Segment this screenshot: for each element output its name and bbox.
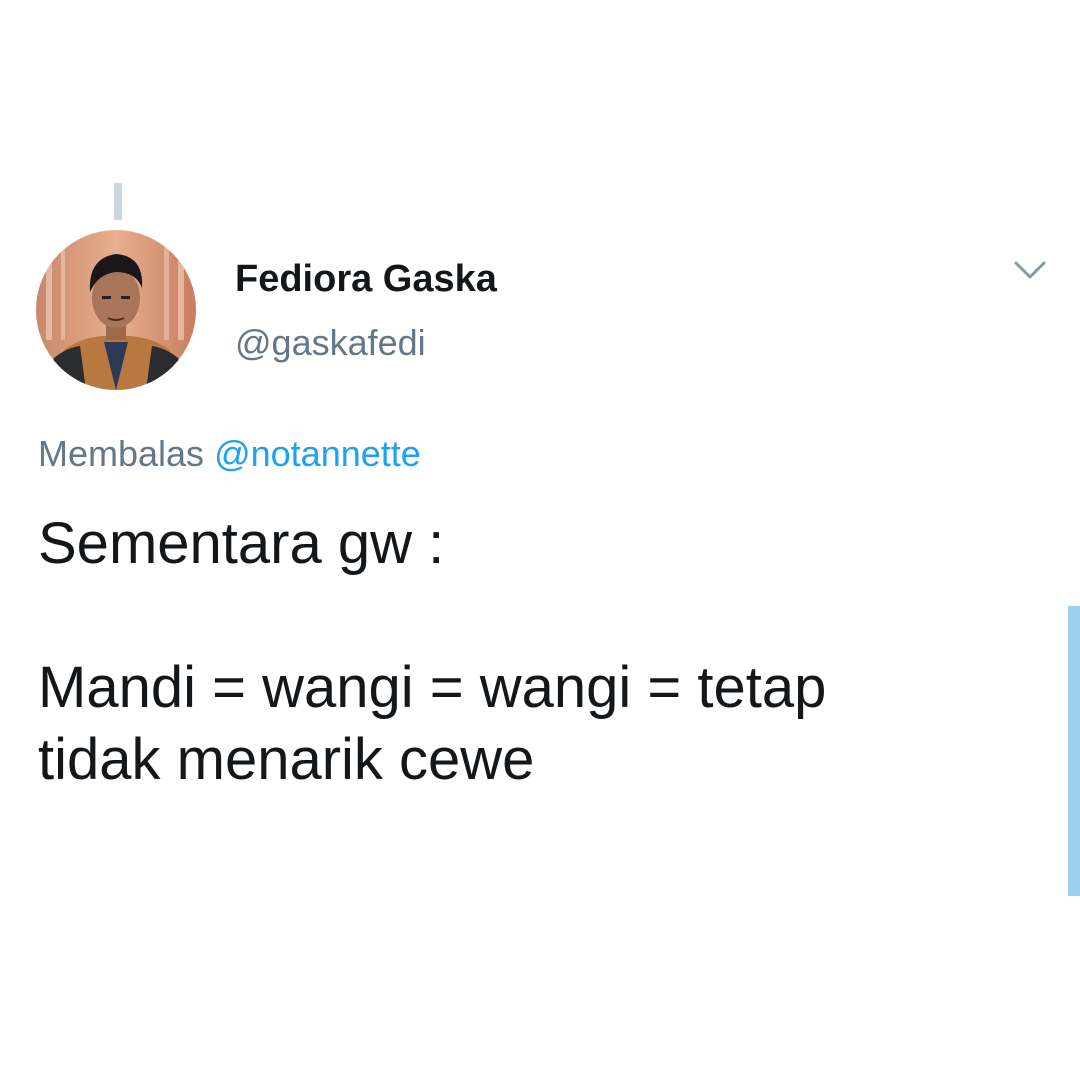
thread-connector-line: [114, 183, 122, 220]
avatar-photo: [36, 230, 196, 390]
reply-context: Membalas @notannette: [38, 433, 421, 475]
reply-mention-link[interactable]: @notannette: [214, 433, 421, 474]
tweet-text: Sementara gw : Mandi = wangi = wangi = t…: [38, 511, 827, 792]
avatar[interactable]: [36, 230, 196, 390]
display-name[interactable]: Fediora Gaska: [235, 258, 497, 301]
chevron-down-icon[interactable]: [1010, 255, 1050, 285]
scrollbar-thumb[interactable]: [1068, 606, 1080, 896]
reply-prefix-label: Membalas: [38, 433, 205, 474]
user-handle[interactable]: @gaskafedi: [235, 322, 426, 364]
